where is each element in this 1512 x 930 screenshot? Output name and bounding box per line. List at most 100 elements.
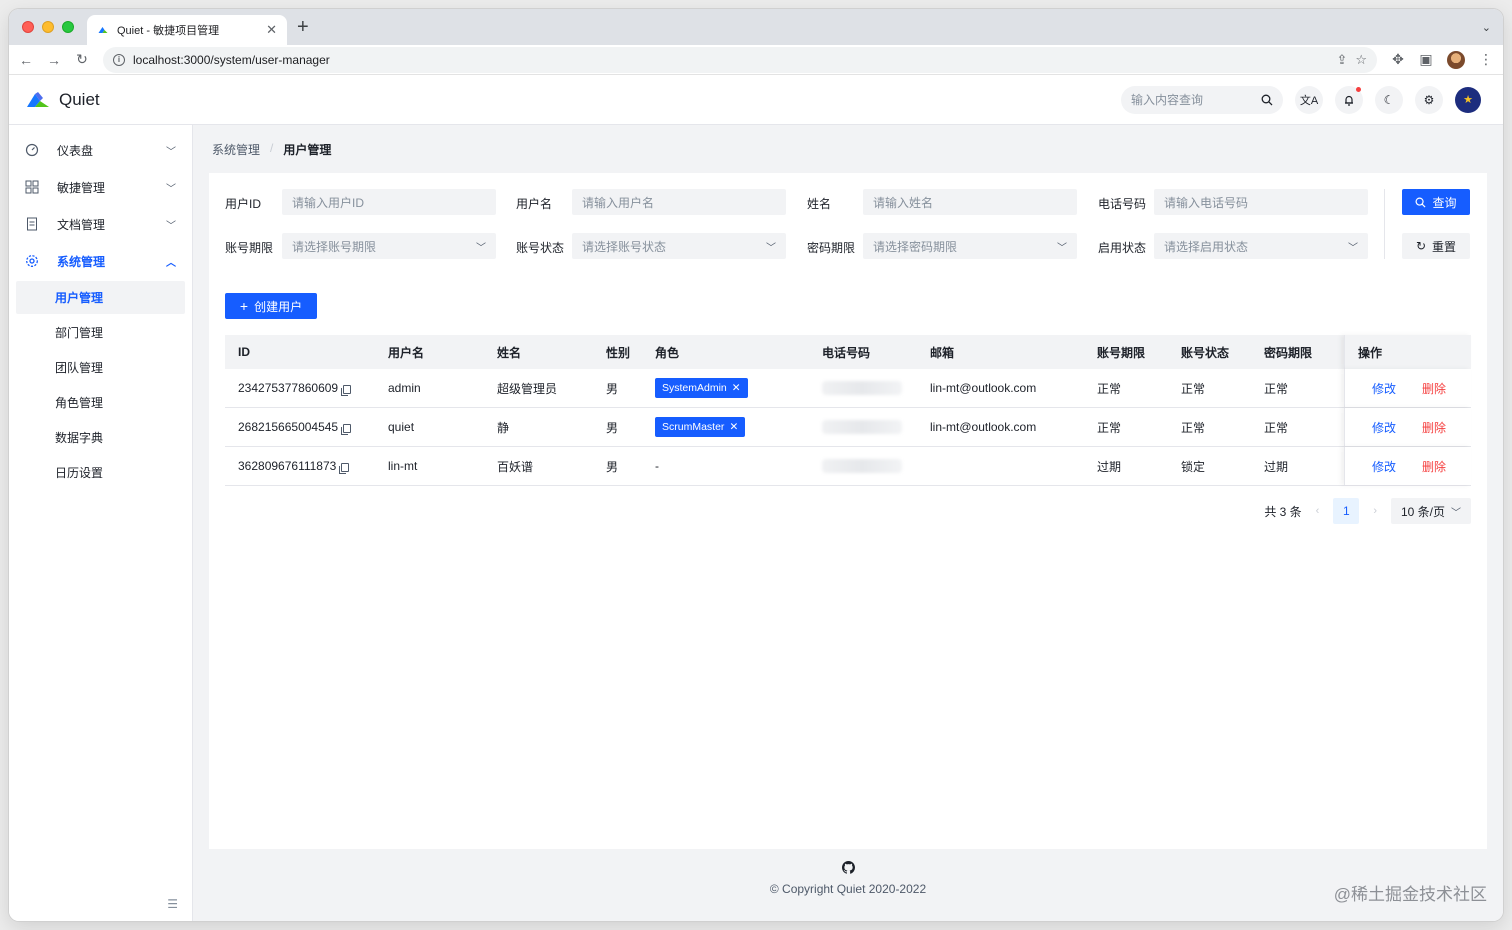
bell-icon [1345,95,1353,106]
column-header-gender: 性别 [606,345,631,360]
tab-close-icon[interactable]: ✕ [266,22,277,38]
full-name-placeholder: 请输入姓名 [873,195,934,210]
edit-link[interactable]: 修改 [1372,447,1396,485]
username-input[interactable]: 请输入用户名 [572,189,786,215]
bookmark-star-icon[interactable]: ☆ [1355,52,1367,68]
sidebar-menu: 仪表盘 ﹀ 敏捷管理 ﹀ 文档管理 ﹀ 系统管理 ︿ 用户管理 部门管理 团队管… [9,125,192,489]
github-icon[interactable] [193,861,1503,874]
page-number-button[interactable]: 1 [1333,498,1360,524]
sidebar-subitem-user-management[interactable]: 用户管理 [16,281,185,314]
user-table: ID 用户名 姓名 性别 角色 电话号码 邮箱 账号期限 账号状态 密码期限 操… [225,335,1471,486]
tab-title: Quiet - 敏捷项目管理 [117,25,220,37]
chevron-down-icon: ﹀ [166,183,176,195]
share-icon[interactable]: ⇪ [1336,52,1347,68]
footer: © Copyright Quiet 2020-2022 [193,861,1503,896]
edit-link[interactable]: 修改 [1372,408,1396,446]
column-header-id: ID [238,345,250,359]
user-id-input[interactable]: 请输入用户ID [282,189,496,215]
breadcrumb-parent[interactable]: 系统管理 [212,141,260,158]
sidebar-item-documents[interactable]: 文档管理 ﹀ [15,206,186,242]
cell-name: 百妖谱 [497,459,534,474]
plus-icon: + [239,298,249,314]
sidebar-subitem-team-management[interactable]: 团队管理 [16,351,185,384]
create-user-button[interactable]: + 创建用户 [225,293,317,319]
extensions-puzzle-icon[interactable]: ✥ [1391,51,1405,68]
new-tab-button[interactable]: + [297,17,309,37]
delete-link[interactable]: 删除 [1422,447,1446,485]
role-tag: SystemAdmin ✕ [655,378,748,398]
search-button-label: 查询 [1432,195,1457,210]
reload-icon[interactable]: ↻ [75,51,89,68]
user-avatar[interactable]: ★ [1455,86,1481,113]
search-icon[interactable] [1261,94,1273,106]
delete-link[interactable]: 删除 [1422,408,1446,446]
username-placeholder: 请输入用户名 [582,195,655,210]
column-header-name: 姓名 [497,345,522,360]
next-page-icon[interactable]: › [1373,505,1377,517]
maximize-window-button[interactable] [62,21,74,33]
cell-actions: 修改 删除 [1344,408,1471,446]
create-user-label: 创建用户 [254,299,303,314]
cell-password-expiry: 正常 [1264,420,1289,435]
prev-page-icon[interactable]: ‹ [1316,505,1320,517]
cell-username: lin-mt [388,459,418,473]
phone-input[interactable]: 请输入电话号码 [1154,189,1368,215]
site-info-icon[interactable]: i [113,53,125,66]
full-name-input[interactable]: 请输入姓名 [863,189,1077,215]
settings-button[interactable]: ⚙ [1415,85,1443,114]
app-logo[interactable]: Quiet [27,90,100,110]
column-header-actions-cell: 操作 [1344,335,1471,369]
refresh-icon: ↻ [1415,239,1427,253]
copy-icon[interactable] [341,423,352,435]
close-window-button[interactable] [22,21,34,33]
browser-tab[interactable]: Quiet - 敏捷项目管理 ✕ [87,15,287,45]
table-row: 234275377860609 admin 超级管理员 男 SystemAdmi… [225,369,1471,408]
search-button[interactable]: 查询 [1402,189,1470,215]
enabled-status-select[interactable]: 请选择启用状态 ﹀ [1154,233,1368,259]
cell-phone [822,447,902,485]
close-icon[interactable]: ✕ [729,421,738,433]
sidebar-item-dashboard[interactable]: 仪表盘 ﹀ [15,132,186,168]
theme-toggle-button[interactable]: ☾ [1375,85,1403,114]
collapse-sidebar-icon[interactable]: ☰ [167,897,178,911]
sidebar-subitem-calendar-settings[interactable]: 日历设置 [16,456,185,489]
cell-gender: 男 [606,420,619,435]
forward-arrow-icon[interactable]: → [47,52,61,68]
column-header-password-expiry: 密码期限 [1264,345,1313,360]
password-expiry-select[interactable]: 请选择密码期限 ﹀ [863,233,1077,259]
quiet-favicon-icon [98,27,108,33]
tab-search-chevron-icon[interactable]: ⌄ [1482,21,1491,34]
page-size-select[interactable]: 10 条/页 ﹀ [1391,498,1471,524]
column-header-email: 邮箱 [930,345,955,360]
cell-gender: 男 [606,381,619,396]
sidebar-item-label: 文档管理 [57,217,106,232]
address-bar[interactable]: i localhost:3000/system/user-manager ⇪ ☆ [103,46,1377,73]
copy-icon[interactable] [339,462,350,474]
edit-link[interactable]: 修改 [1372,369,1396,407]
sidebar-item-system[interactable]: 系统管理 ︿ [15,243,186,279]
browser-menu-icon[interactable]: ⋮ [1479,51,1493,68]
header-search-input[interactable]: 输入内容查询 [1121,85,1283,114]
sidebar-item-agile[interactable]: 敏捷管理 ﹀ [15,169,186,205]
sidebar-subitem-role-management[interactable]: 角色管理 [16,386,185,419]
close-icon[interactable]: ✕ [732,382,741,394]
delete-link[interactable]: 删除 [1422,369,1446,407]
minimize-window-button[interactable] [42,21,54,33]
user-id-text: 234275377860609 [238,381,339,395]
account-status-select[interactable]: 请选择账号状态 ﹀ [572,233,786,259]
chevron-down-icon: ﹀ [166,146,176,158]
chevron-down-icon: ﹀ [476,242,486,254]
sidebar-subitem-department-management[interactable]: 部门管理 [16,316,185,349]
side-panel-icon[interactable]: ▣ [1419,51,1433,68]
copy-icon[interactable] [341,384,352,396]
back-arrow-icon[interactable]: ← [19,52,33,68]
browser-profile-avatar[interactable] [1447,50,1465,69]
language-button[interactable]: 文A [1295,85,1323,114]
sidebar-subitem-data-dictionary[interactable]: 数据字典 [16,421,185,454]
reset-button[interactable]: ↻ 重置 [1402,233,1470,259]
moon-icon: ☾ [1383,92,1395,107]
phone-placeholder: 请输入电话号码 [1164,195,1249,210]
notifications-button[interactable] [1335,85,1363,114]
role-tag-label: ScrumMaster [662,421,725,433]
account-expiry-select[interactable]: 请选择账号期限 ﹀ [282,233,496,259]
